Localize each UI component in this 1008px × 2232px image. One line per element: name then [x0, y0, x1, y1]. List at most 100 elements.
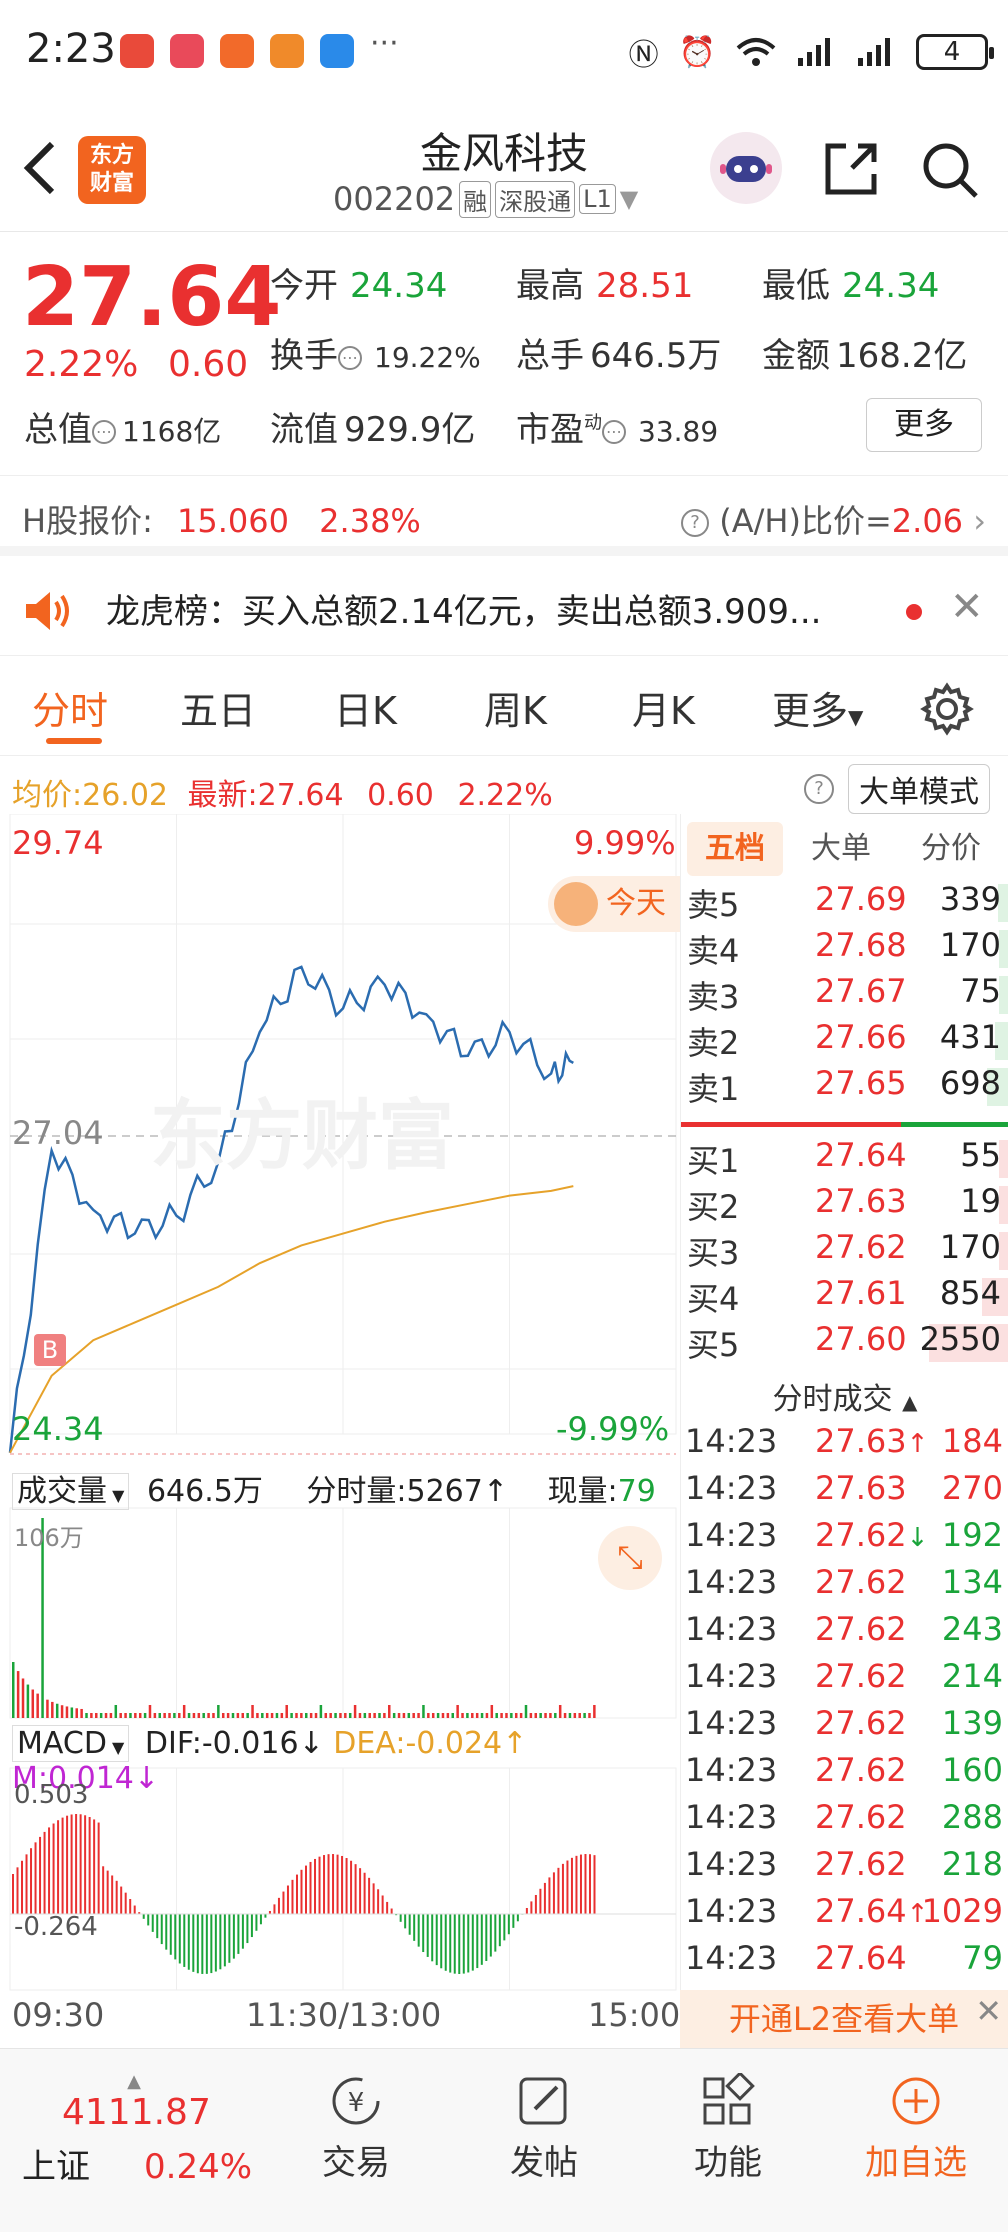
tab-daily-k[interactable]: 日K	[334, 680, 397, 735]
volume-bar	[549, 1713, 552, 1718]
stock-code: 002202	[333, 180, 456, 218]
functions-button[interactable]: 功能	[658, 2073, 798, 2184]
tab-weekly-k[interactable]: 周K	[484, 680, 547, 735]
add-watchlist-button[interactable]: 加自选	[846, 2073, 986, 2184]
amount-field: 金额 168.2亿	[762, 336, 968, 376]
level-price: 27.60	[815, 1320, 907, 1358]
volume-bar	[241, 1713, 245, 1718]
close-icon[interactable]: ✕	[975, 1982, 1002, 2040]
macd-bar	[147, 1914, 150, 1926]
post-button[interactable]: 发帖	[474, 2073, 614, 2184]
trades-header[interactable]: 分时成交 ▲	[681, 1374, 1008, 1420]
trade-row: 14:23 27.62 218	[681, 1845, 1008, 1891]
today-badge[interactable]: 今天	[548, 876, 680, 932]
ask-bid-divider	[901, 1122, 1008, 1127]
tab-more[interactable]: 更多▼	[772, 680, 863, 735]
trade-price: 27.62	[815, 1751, 907, 1789]
macd-bar	[201, 1914, 204, 1974]
trade-volume: 270	[941, 1469, 1003, 1507]
volume-indicator-select[interactable]: 成交量 ▼	[12, 1473, 130, 1510]
chevron-down-icon: ▼	[619, 185, 639, 213]
ask-row: 卖1 27.65 698	[681, 1064, 1008, 1110]
gear-icon[interactable]	[920, 682, 974, 736]
volume-bar	[329, 1713, 332, 1718]
ask-row: 卖2 27.66 431	[681, 1018, 1008, 1064]
level-volume: 55	[960, 1136, 1001, 1174]
intraday-chart[interactable]: 29.74 9.99% 今天 东方财富 27.04 B 24.34 -9.99%…	[0, 814, 680, 2034]
volume-bar	[578, 1713, 581, 1718]
trade-row: 14:23 27.62 288	[681, 1798, 1008, 1844]
avg-value: 26.02	[82, 778, 168, 813]
macd-indicator-select[interactable]: MACD ▼	[12, 1725, 130, 1762]
level-volume: 2550	[919, 1320, 1001, 1358]
macd-bar	[57, 1820, 60, 1914]
share-icon[interactable]	[822, 140, 880, 198]
macd-bar	[84, 1815, 87, 1914]
ask-bid-divider	[681, 1122, 901, 1127]
tab-large-orders[interactable]: 大单	[793, 822, 889, 876]
volume-bar	[461, 1713, 464, 1718]
trade-direction-arrow: ↓	[906, 1523, 929, 1553]
trade-price: 27.64↑	[815, 1892, 929, 1930]
macd-bar	[435, 1914, 438, 1966]
chevron-down-icon: ▼	[848, 705, 864, 729]
macd-bar	[156, 1914, 159, 1939]
macd-bar	[566, 1860, 569, 1914]
macd-bar	[291, 1879, 294, 1914]
volume-bar	[148, 1705, 152, 1718]
tab-intraday[interactable]: 分时	[32, 680, 108, 735]
trade-time: 14:23	[685, 1516, 778, 1554]
x-label-midday: 11:30/13:00	[246, 1996, 442, 2034]
macd-bar	[314, 1858, 317, 1914]
volume-bar	[500, 1713, 503, 1718]
watermark: 东方财富	[150, 1091, 454, 1180]
trade-row: 14:23 27.64↑ 1029	[681, 1892, 1008, 1938]
volume-bar	[309, 1713, 313, 1718]
search-icon[interactable]	[920, 140, 980, 200]
announcement-bar[interactable]: 龙虎榜：买入总额2.14亿元，卖出总额3.909... ✕	[0, 566, 1008, 656]
level-price: 27.67	[815, 972, 907, 1010]
trade-volume: 79	[962, 1939, 1003, 1977]
macd-bar	[381, 1895, 384, 1914]
l2-upgrade-banner[interactable]: 开通L2查看大单 ✕	[680, 1990, 1008, 2048]
help-icon[interactable]: ?	[681, 509, 710, 537]
h-share-row[interactable]: H股报价: 15.060 2.38% ? (A/H)比价=2.06 ›	[0, 478, 1008, 556]
ask-row: 卖5 27.69 339	[681, 880, 1008, 926]
volume-bar	[446, 1713, 450, 1718]
level-label: 买1	[687, 1142, 740, 1180]
tab-five-day[interactable]: 五日	[180, 680, 256, 735]
more-button[interactable]: 更多	[866, 398, 982, 452]
macd-bar	[543, 1882, 546, 1914]
ah-ratio-value: 2.06	[891, 502, 964, 540]
low-field: 最低 24.34	[762, 266, 940, 306]
tab-price-volume[interactable]: 分价	[899, 822, 1003, 876]
macd-bar	[584, 1854, 587, 1914]
volume-bar	[173, 1713, 176, 1718]
close-icon[interactable]: ✕	[950, 584, 984, 630]
notification-app-icon	[120, 34, 154, 68]
tab-monthly-k[interactable]: 月K	[632, 680, 695, 735]
help-icon[interactable]: ?	[804, 774, 834, 804]
expand-icon[interactable]: ⤡	[598, 1526, 662, 1590]
macd-bar	[426, 1914, 429, 1957]
caret-up-icon: ▲	[902, 1390, 918, 1414]
bid-row: 买2 27.63 19	[681, 1182, 1008, 1228]
trade-volume: 218	[941, 1845, 1003, 1883]
bid-row: 买1 27.64 55	[681, 1136, 1008, 1182]
macd-bar	[115, 1880, 118, 1914]
volume-bar	[285, 1705, 288, 1718]
tab-five-levels[interactable]: 五档	[687, 822, 783, 876]
level-label: 买2	[687, 1188, 740, 1226]
trade-time: 14:23	[685, 1751, 778, 1789]
volume-bar	[16, 1671, 20, 1718]
ai-assistant-icon[interactable]	[710, 132, 782, 204]
trade-button[interactable]: ¥ 交易	[286, 2073, 426, 2184]
large-order-mode-button[interactable]: 大单模式	[848, 764, 990, 814]
volume-bar	[275, 1713, 279, 1718]
stock-code-row[interactable]: 002202 融 深股通 L1 ▼	[333, 180, 638, 218]
chevron-down-icon: ▼	[107, 1486, 125, 1505]
buy-marker[interactable]: B	[34, 1334, 66, 1366]
macd-bar	[575, 1855, 578, 1914]
volume-bar	[75, 1708, 78, 1718]
market-index-widget[interactable]: ▲ 4111.87 上证 0.24%	[22, 2071, 262, 2188]
